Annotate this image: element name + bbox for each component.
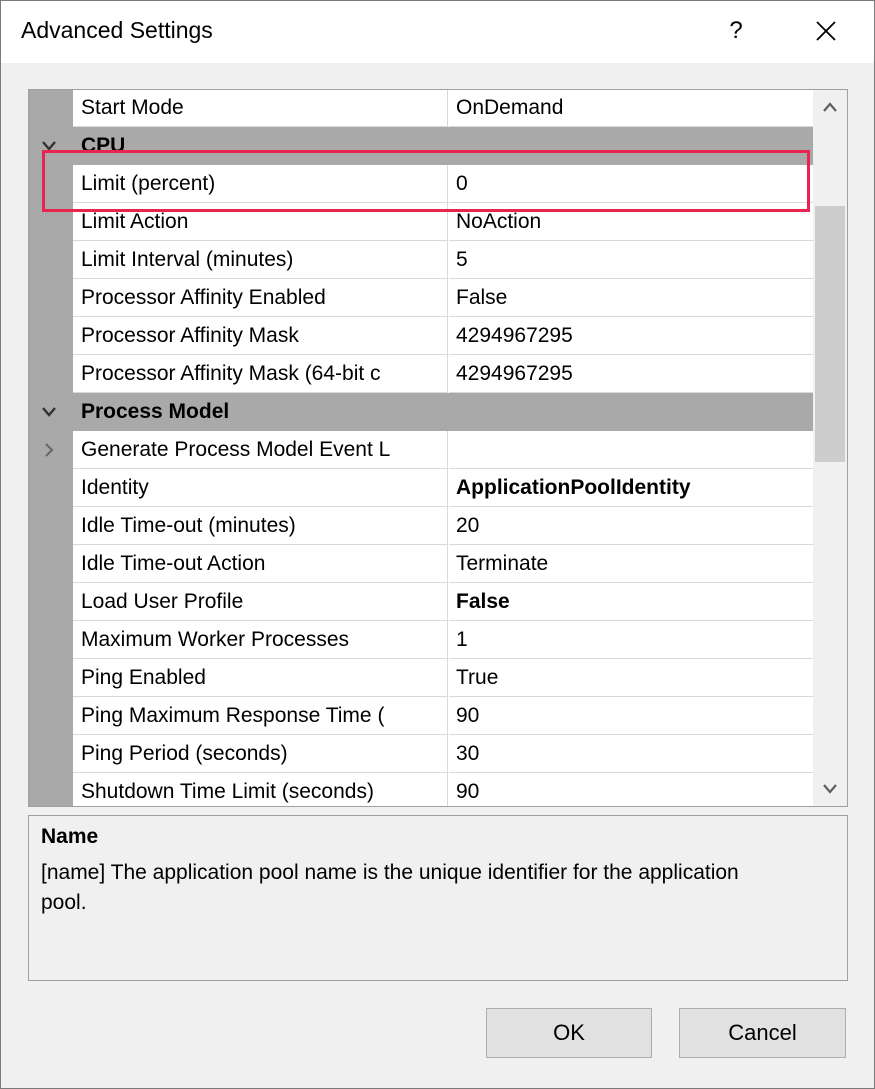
property-value[interactable]: 0 <box>449 165 813 203</box>
property-row[interactable]: Generate Process Model Event L <box>29 431 813 469</box>
expand-chevron-icon[interactable] <box>39 440 59 460</box>
collapse-chevron-icon[interactable] <box>39 402 59 422</box>
property-row[interactable]: Load User Profile False <box>29 583 813 621</box>
description-panel: Name [name] The application pool name is… <box>28 815 848 981</box>
scroll-thumb[interactable] <box>815 206 845 462</box>
property-row[interactable]: Processor Affinity Mask 4294967295 <box>29 317 813 355</box>
category-row[interactable]: CPU <box>29 127 813 165</box>
property-name[interactable]: Maximum Worker Processes <box>73 621 448 659</box>
dialog-title: Advanced Settings <box>21 17 213 43</box>
property-value[interactable]: OnDemand <box>449 90 813 127</box>
category-label: Process Model <box>81 400 230 423</box>
property-name[interactable]: Ping Enabled <box>73 659 448 697</box>
property-name[interactable]: Load User Profile <box>73 583 448 621</box>
property-row[interactable]: Ping Enabled True <box>29 659 813 697</box>
property-row[interactable]: Maximum Worker Processes 1 <box>29 621 813 659</box>
advanced-settings-dialog: Advanced Settings ? Start Mode OnDemand CP… <box>0 0 875 1089</box>
property-grid[interactable]: Start Mode OnDemand CPU Limit (percent) 0 Lim… <box>28 89 848 807</box>
property-row[interactable]: Identity ApplicationPoolIdentity <box>29 469 813 507</box>
property-row[interactable]: Ping Maximum Response Time (90 <box>29 697 813 735</box>
property-value[interactable]: Terminate <box>449 545 813 583</box>
chevron-down-icon <box>823 784 837 794</box>
property-value[interactable]: 5 <box>449 241 813 279</box>
chevron-up-icon <box>823 102 837 112</box>
property-value[interactable]: False <box>449 279 813 317</box>
property-grid-scrollbar[interactable] <box>813 90 847 806</box>
property-row[interactable]: Limit Action NoAction <box>29 203 813 241</box>
property-name[interactable]: Idle Time-out (minutes) <box>73 507 448 545</box>
description-text: [name] The application pool name is the … <box>41 861 739 914</box>
property-name[interactable]: Generate Process Model Event L <box>73 431 448 469</box>
property-value[interactable]: 90 <box>449 697 813 735</box>
property-value[interactable]: False <box>449 583 813 621</box>
property-value[interactable]: NoAction <box>449 203 813 241</box>
scroll-up-button[interactable] <box>813 90 847 124</box>
ok-button[interactable]: OK <box>486 1008 652 1058</box>
category-row[interactable]: Process Model <box>29 393 813 431</box>
property-name[interactable]: Ping Period (seconds) <box>73 735 448 773</box>
property-name[interactable]: Idle Time-out Action <box>73 545 448 583</box>
property-row[interactable]: Limit Interval (minutes) 5 <box>29 241 813 279</box>
cancel-button[interactable]: Cancel <box>679 1008 846 1058</box>
property-row[interactable]: Idle Time-out (minutes) 20 <box>29 507 813 545</box>
property-name[interactable]: Limit Interval (minutes) <box>73 241 448 279</box>
property-row[interactable]: Limit (percent) 0 <box>29 165 813 203</box>
close-icon <box>816 21 836 41</box>
description-title: Name <box>41 825 99 848</box>
property-value[interactable]: 90 <box>449 773 813 806</box>
property-name[interactable]: Processor Affinity Mask (64-bit c <box>73 355 448 393</box>
property-name[interactable]: Start Mode <box>73 90 448 127</box>
property-value[interactable]: True <box>449 659 813 697</box>
property-row[interactable]: Shutdown Time Limit (seconds) 90 <box>29 773 813 806</box>
property-value[interactable]: ApplicationPoolIdentity <box>449 469 813 507</box>
property-value[interactable]: 4294967295 <box>449 317 813 355</box>
property-name[interactable]: Limit (percent) <box>73 165 448 203</box>
property-value[interactable]: 20 <box>449 507 813 545</box>
property-row[interactable]: Ping Period (seconds) 30 <box>29 735 813 773</box>
property-name[interactable]: Processor Affinity Mask <box>73 317 448 355</box>
collapse-chevron-icon[interactable] <box>39 136 59 156</box>
property-grid-rows: Start Mode OnDemand CPU Limit (percent) 0 Lim… <box>29 90 813 806</box>
property-row[interactable]: Idle Time-out Action Terminate <box>29 545 813 583</box>
property-row[interactable]: Start Mode OnDemand <box>29 90 813 127</box>
scroll-down-button[interactable] <box>813 772 847 806</box>
property-name[interactable]: Limit Action <box>73 203 448 241</box>
property-value[interactable]: 4294967295 <box>449 355 813 393</box>
property-name[interactable]: Shutdown Time Limit (seconds) <box>73 773 448 806</box>
property-value[interactable]: 1 <box>449 621 813 659</box>
property-row[interactable]: Processor Affinity Enabled False <box>29 279 813 317</box>
close-button[interactable] <box>803 7 849 55</box>
help-button[interactable]: ? <box>713 7 759 55</box>
property-name[interactable]: Processor Affinity Enabled <box>73 279 448 317</box>
property-value[interactable] <box>449 431 813 469</box>
property-row[interactable]: Processor Affinity Mask (64-bit c 4294967… <box>29 355 813 393</box>
property-name[interactable]: Ping Maximum Response Time ( <box>73 697 448 735</box>
property-name[interactable]: Identity <box>73 469 448 507</box>
property-value[interactable]: 30 <box>449 735 813 773</box>
category-label: CPU <box>81 134 126 157</box>
title-bar: Advanced Settings ? <box>1 1 874 63</box>
